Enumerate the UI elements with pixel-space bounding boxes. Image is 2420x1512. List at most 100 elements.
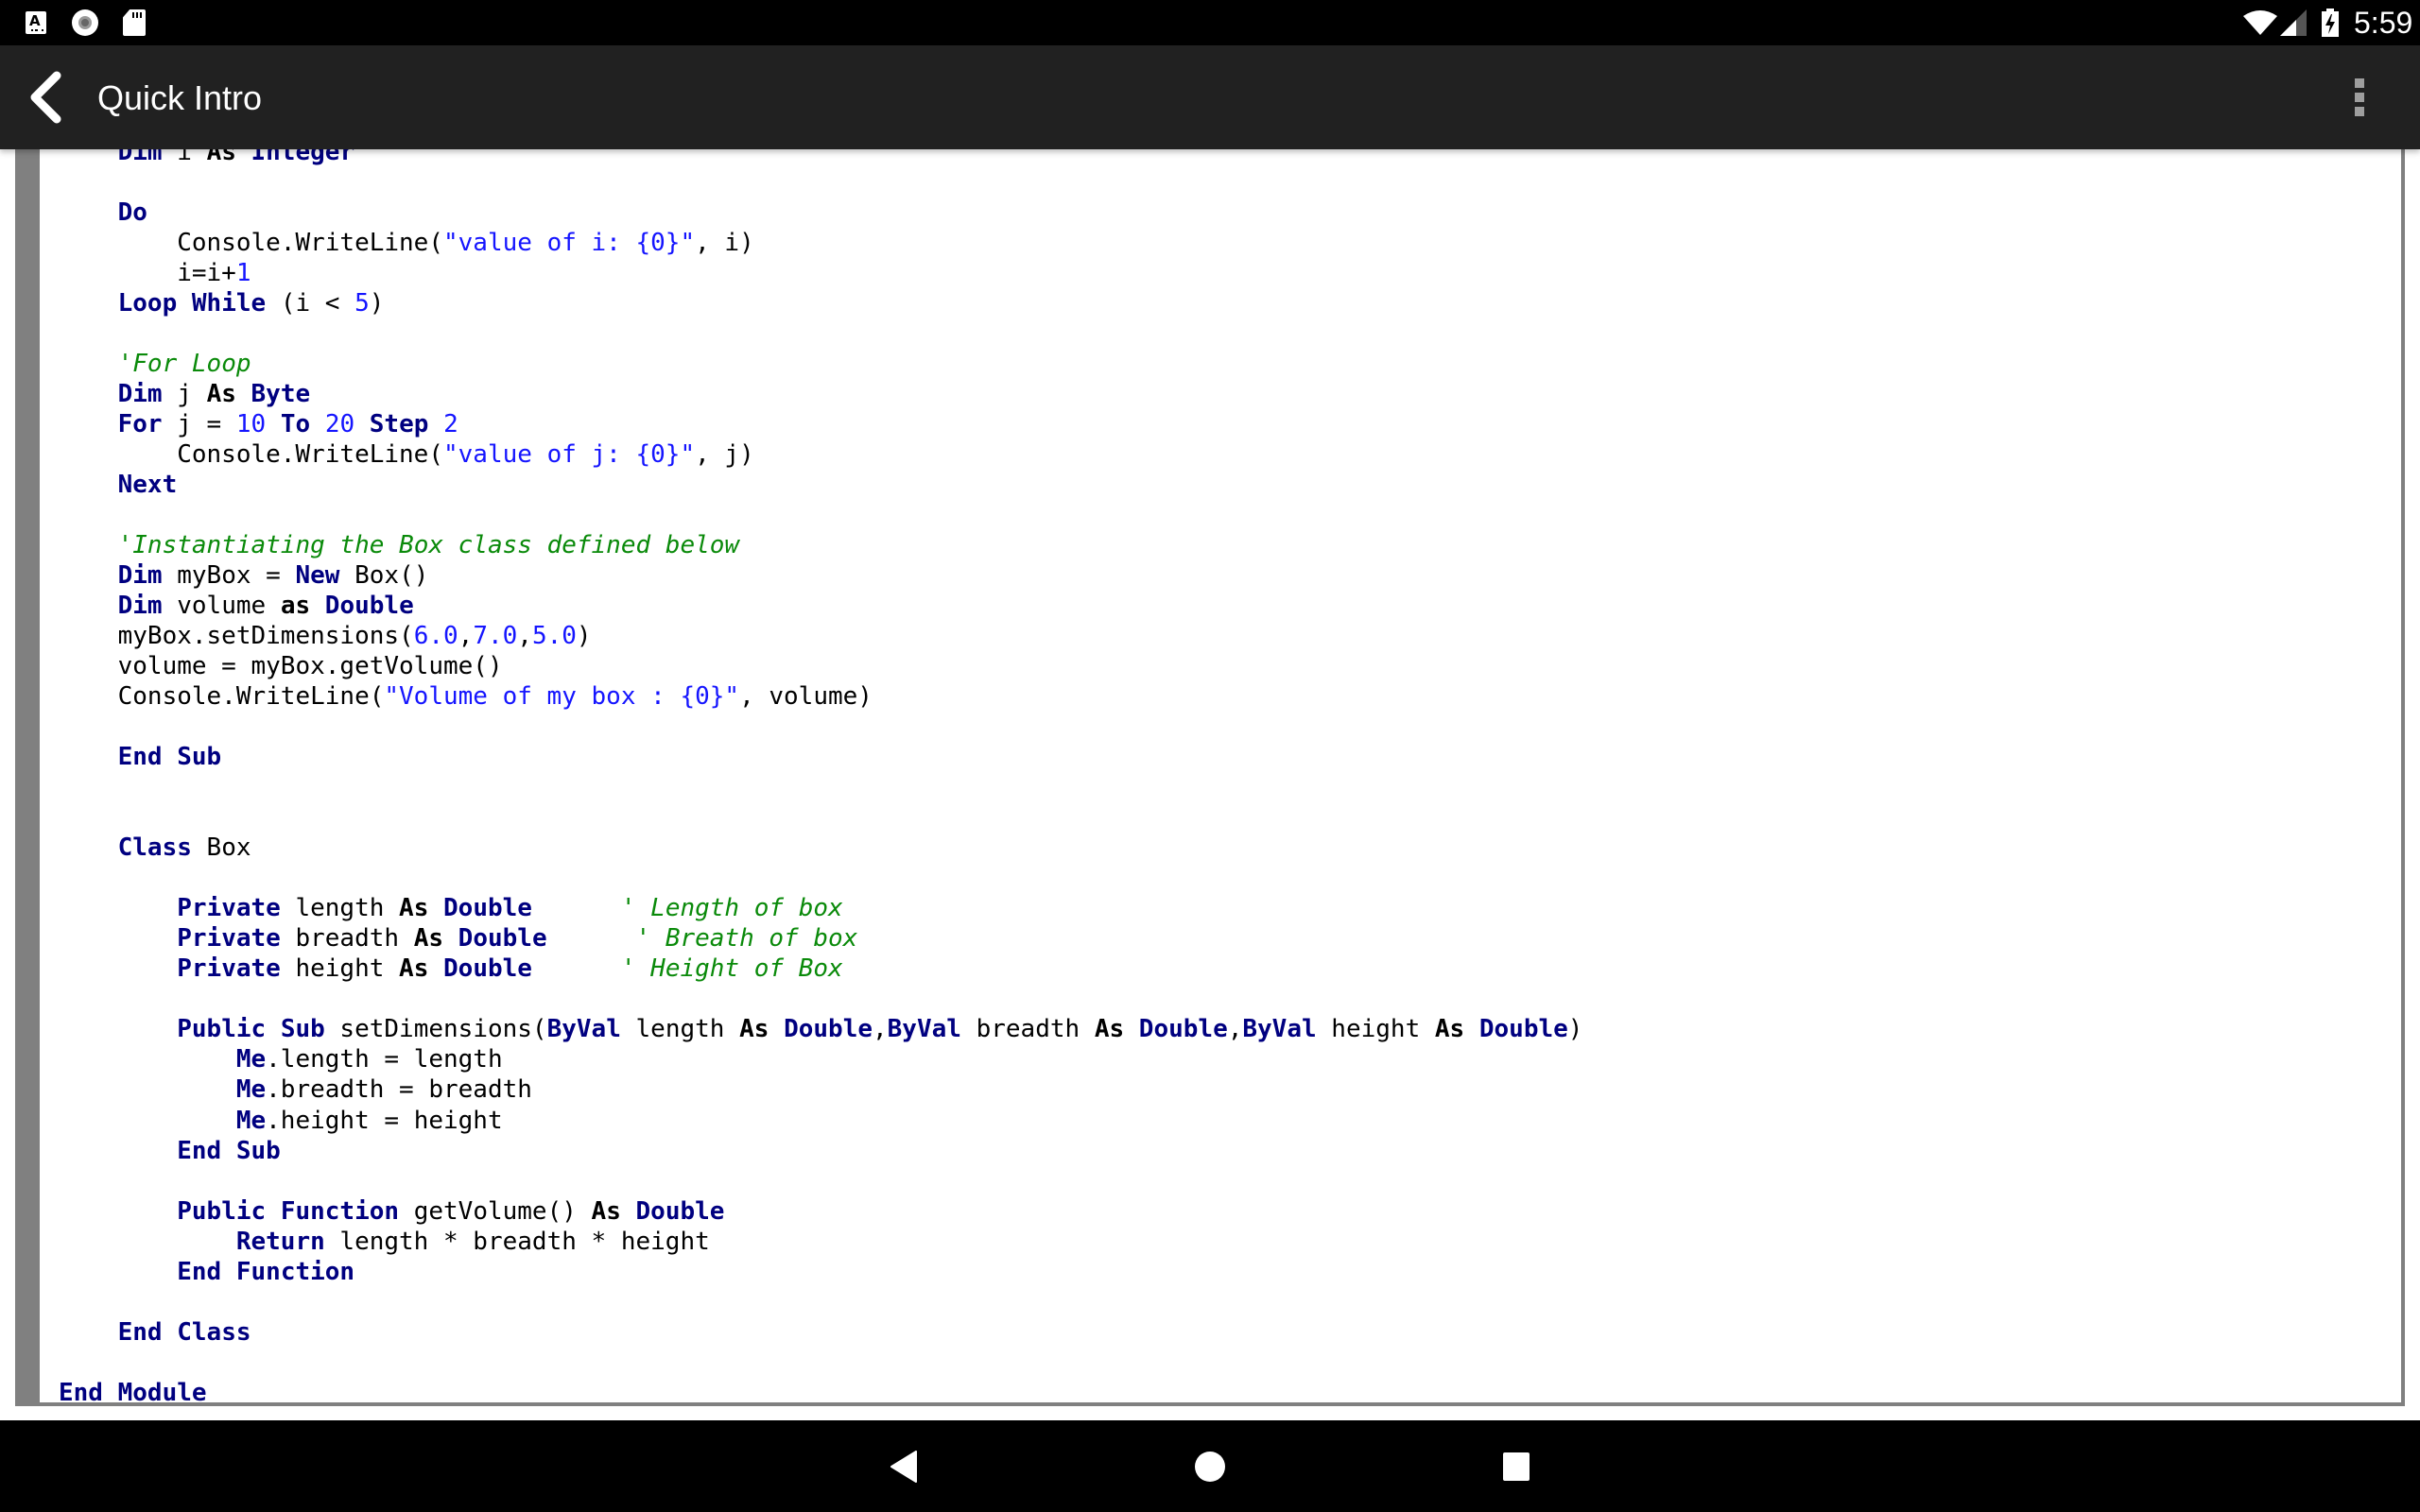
code-text: .height = height: [266, 1106, 503, 1135]
code-text: .length = length: [266, 1045, 503, 1074]
back-button[interactable]: [19, 64, 76, 130]
code-keyword: Sub: [235, 1136, 281, 1165]
code-text: ,: [458, 622, 474, 651]
code-keyword: Double: [458, 924, 547, 954]
code-text: breadth: [960, 1015, 1095, 1044]
code-text: myBox =: [162, 561, 296, 591]
code-keyword: Dim: [117, 380, 163, 409]
code-text: , j): [695, 440, 754, 470]
keyboard-a-icon: A: [26, 0, 46, 45]
code-text: volume = myBox.getVolume(): [59, 652, 503, 681]
code-keyword: Private: [177, 954, 281, 984]
code-keyword: Double: [1478, 1015, 1568, 1044]
code-keyword: Class: [177, 1317, 251, 1347]
code-text: Console.WriteLine(: [59, 440, 443, 470]
code-text: .breadth = breadth: [266, 1075, 532, 1105]
code-line: Dim i As Integer: [59, 149, 1582, 167]
code-text: Box: [191, 833, 251, 863]
code-keyword: ByVal: [887, 1015, 961, 1044]
code-keyword: Dim: [117, 561, 163, 591]
code-text: Console.WriteLine(: [59, 682, 385, 712]
code-keyword: End: [177, 1257, 222, 1286]
code-line: Dim myBox = New Box(): [59, 560, 1582, 591]
code-line: Console.WriteLine("Volume of my box : {0…: [59, 681, 1582, 712]
code-number: 6.0: [413, 622, 458, 651]
code-keyword: As: [1094, 1015, 1125, 1044]
code-keyword: New: [295, 561, 340, 591]
code-keyword: End: [117, 743, 163, 772]
code-text: length * breadth * height: [324, 1227, 710, 1256]
code-text: myBox.setDimensions(: [59, 622, 414, 651]
nav-home-button[interactable]: [1153, 1420, 1267, 1512]
code-keyword: Me: [235, 1045, 267, 1074]
code-number: 5: [354, 289, 370, 318]
code-comment: ' Length of box: [620, 894, 843, 923]
code-keyword: Sub: [280, 1015, 325, 1044]
code-keyword: Public: [177, 1015, 267, 1044]
code-keyword: Double: [324, 592, 414, 621]
code-line: End Module: [59, 1378, 1582, 1408]
code-line: Return length * breadth * height: [59, 1227, 1582, 1257]
code-text: ): [576, 622, 592, 651]
code-line: Loop While (i < 5): [59, 288, 1582, 318]
code-comment: 'For Loop: [117, 350, 251, 379]
code-keyword: Byte: [251, 380, 311, 409]
code-line: Next: [59, 470, 1582, 500]
nav-back-button[interactable]: [847, 1420, 960, 1512]
code-text: ,: [517, 622, 532, 651]
code-text: (i <: [266, 289, 355, 318]
nav-back-icon: [890, 1450, 917, 1483]
code-line: Console.WriteLine("value of j: {0}", j): [59, 439, 1582, 470]
nav-home-icon: [1195, 1451, 1225, 1482]
overflow-menu-button[interactable]: [2346, 74, 2375, 121]
code-line: Dim j As Byte: [59, 379, 1582, 409]
code-keyword: As: [206, 149, 236, 166]
nav-recents-button[interactable]: [1460, 1420, 1573, 1512]
code-keyword: As: [399, 954, 429, 984]
code-keyword: Integer: [251, 149, 355, 166]
code-text: j =: [162, 410, 236, 439]
code-keyword: Sub: [177, 743, 222, 772]
code-line: Console.WriteLine("value of i: {0}", i): [59, 228, 1582, 258]
code-line: volume = myBox.getVolume(): [59, 651, 1582, 681]
code-line: Class Box: [59, 833, 1582, 863]
code-text: getVolume(): [399, 1196, 592, 1226]
code-line: Private height As Double ' Height of Box: [59, 954, 1582, 984]
record-icon: [72, 0, 98, 45]
code-keyword: Module: [117, 1378, 207, 1407]
content-area[interactable]: Dim i As Integer Do Console.WriteLine("v…: [0, 149, 2420, 1420]
code-number: 2: [443, 410, 458, 439]
